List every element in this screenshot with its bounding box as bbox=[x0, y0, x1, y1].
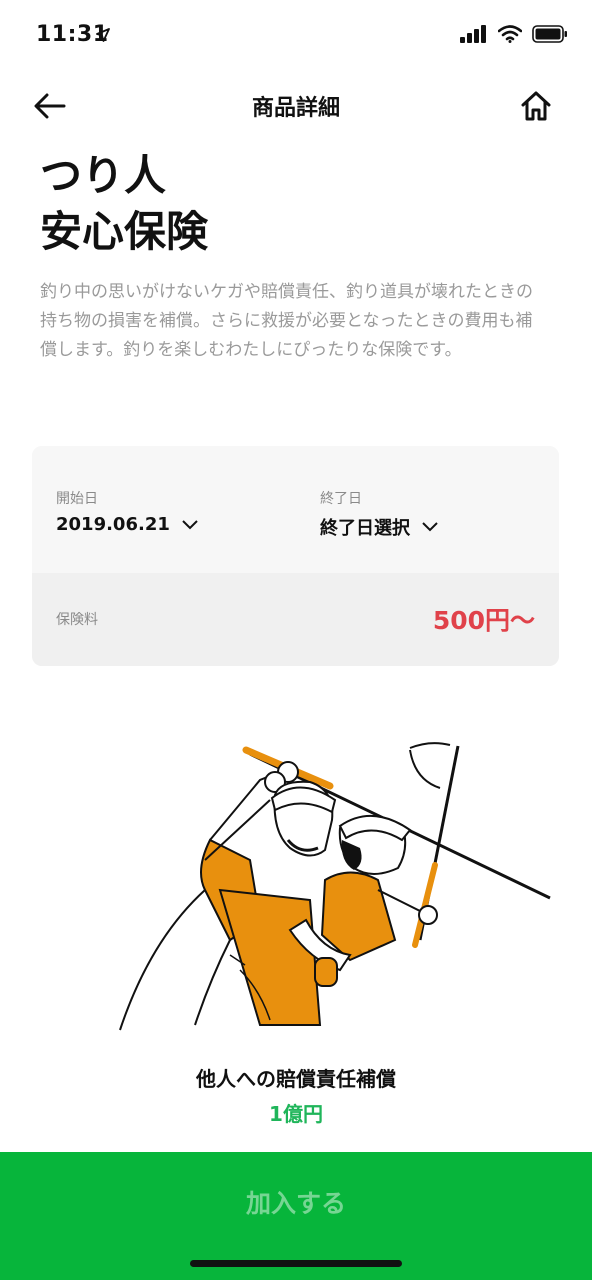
join-button-label: 加入する bbox=[245, 1189, 346, 1218]
coverage-title: 他人への賠償責任補償 bbox=[196, 1067, 396, 1091]
wifi-icon bbox=[497, 25, 523, 47]
status-icons bbox=[460, 25, 568, 47]
chevron-down-icon bbox=[422, 522, 438, 532]
product-title-line1: つり人 bbox=[40, 151, 167, 200]
signal-icon bbox=[460, 25, 488, 47]
home-icon bbox=[521, 91, 551, 121]
fishing-illustration bbox=[110, 740, 560, 1044]
location-arrow-icon bbox=[96, 27, 110, 46]
page-title: 商品詳細 bbox=[251, 96, 340, 121]
start-date-dropdown[interactable]: 2019.06.21 bbox=[56, 514, 198, 535]
product-description: 釣り中の思いがけないケガや賠償責任、釣り道具が壊れたときの持ち物の損害を補償。さ… bbox=[40, 282, 533, 360]
home-button[interactable] bbox=[516, 86, 556, 126]
coverage-card: 開始日 2019.06.21 終了日 終了日選択 保険料 500円〜 bbox=[32, 446, 559, 666]
battery-icon bbox=[532, 25, 568, 47]
product-title: つり人 安心保険 bbox=[40, 148, 208, 260]
chevron-down-icon bbox=[182, 519, 198, 529]
coverage-amount: 1億円 bbox=[269, 1102, 323, 1126]
date-selector: 開始日 2019.06.21 終了日 終了日選択 bbox=[32, 446, 559, 573]
start-date-label: 開始日 bbox=[56, 491, 98, 507]
premium-label: 保険料 bbox=[56, 612, 98, 628]
end-date-label: 終了日 bbox=[320, 491, 362, 507]
start-date-value: 2019.06.21 bbox=[56, 514, 170, 535]
join-button[interactable]: 加入する bbox=[0, 1152, 592, 1280]
product-title-line2: 安心保険 bbox=[40, 207, 209, 256]
home-indicator[interactable] bbox=[190, 1260, 402, 1267]
end-date-value: 終了日選択 bbox=[320, 518, 410, 539]
end-date-dropdown[interactable]: 終了日選択 bbox=[320, 514, 438, 540]
premium-value: 500円〜 bbox=[432, 606, 535, 635]
premium-row: 保険料 500円〜 bbox=[32, 573, 559, 666]
